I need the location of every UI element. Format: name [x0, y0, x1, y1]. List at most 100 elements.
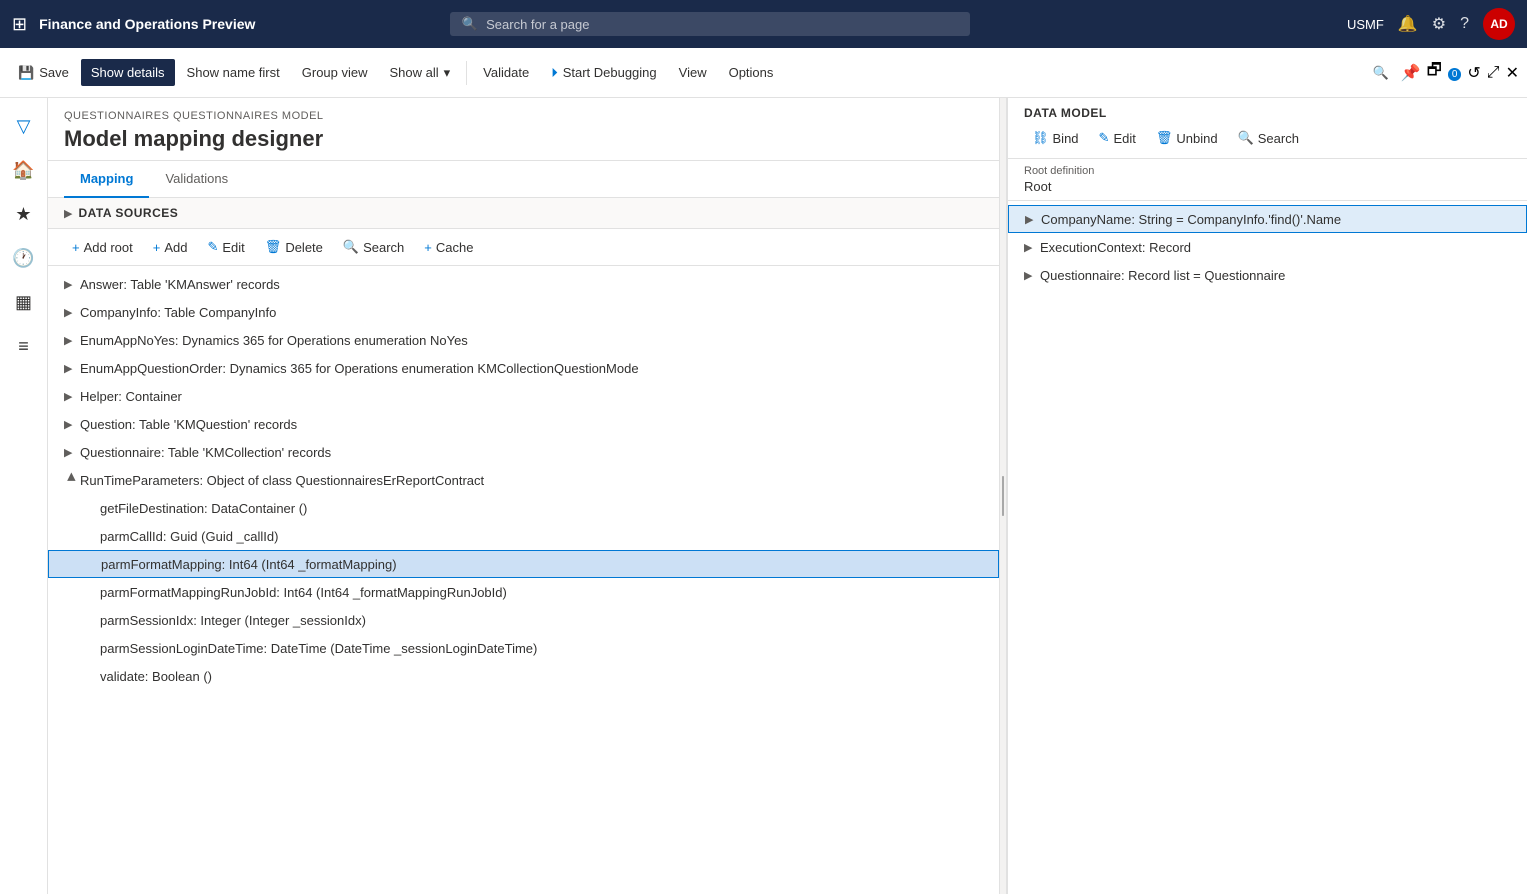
edit-icon: ✎ — [207, 239, 218, 255]
tab-validations[interactable]: Validations — [149, 161, 244, 198]
start-debugging-button[interactable]: ⏵ Start Debugging — [541, 59, 666, 87]
settings-icon[interactable]: ⚙ — [1432, 14, 1446, 34]
tree-toggle-icon[interactable]: ▶ — [64, 446, 80, 459]
add-root-button[interactable]: + Add root — [64, 236, 141, 259]
tree-item-text: parmFormatMappingRunJobId: Int64 (Int64 … — [100, 585, 983, 600]
ds-toolbar: + Add root + Add ✎ Edit 🗑 Delete — [48, 229, 999, 266]
waffle-icon[interactable]: ⊞ — [12, 14, 27, 35]
tree-item[interactable]: getFileDestination: DataContainer () — [48, 494, 999, 522]
tree-item[interactable]: parmSessionLoginDateTime: DateTime (Date… — [48, 634, 999, 662]
tab-mapping[interactable]: Mapping — [64, 161, 149, 198]
dm-item[interactable]: ▶Questionnaire: Record list = Questionna… — [1008, 261, 1527, 289]
tree-item[interactable]: ▶CompanyInfo: Table CompanyInfo — [48, 298, 999, 326]
search-icon: 🔍 — [462, 16, 478, 32]
tree-toggle-icon[interactable]: ▶ — [64, 278, 80, 291]
tree-item-text: Questionnaire: Table 'KMCollection' reco… — [80, 445, 983, 460]
window-icon[interactable]: 🗗 — [1427, 59, 1442, 86]
left-panel: QUESTIONNAIRES QUESTIONNAIRES MODEL Mode… — [48, 98, 999, 894]
ds-collapse-toggle[interactable]: ▶ — [64, 207, 72, 220]
cache-button[interactable]: + Cache — [416, 236, 481, 259]
tree-toggle-icon[interactable]: ◀ — [66, 472, 79, 488]
toolbar-search-icon[interactable]: 🔍 — [1367, 59, 1395, 87]
tree-item[interactable]: ▶EnumAppNoYes: Dynamics 365 for Operatio… — [48, 326, 999, 354]
global-search-bar[interactable]: 🔍 — [450, 12, 970, 36]
delete-ds-button[interactable]: 🗑 Delete — [257, 235, 331, 259]
global-search-input[interactable] — [486, 17, 958, 32]
sidebar-item-workspaces[interactable]: ▦ — [4, 282, 44, 322]
refresh-icon[interactable]: ↺ — [1467, 63, 1480, 83]
edit-ds-button[interactable]: ✎ Edit — [199, 235, 252, 259]
tree-item-text: EnumAppQuestionOrder: Dynamics 365 for O… — [80, 361, 983, 376]
tree-item[interactable]: ▶Answer: Table 'KMAnswer' records — [48, 270, 999, 298]
tree-toggle-icon[interactable]: ▶ — [64, 334, 80, 347]
tree-item[interactable]: parmFormatMappingRunJobId: Int64 (Int64 … — [48, 578, 999, 606]
expand-icon[interactable]: ⤢ — [1487, 64, 1500, 82]
badge-icon[interactable]: 0 — [1448, 64, 1462, 82]
show-name-first-button[interactable]: Show name first — [177, 59, 290, 86]
bind-button[interactable]: ⛓ Bind — [1024, 126, 1087, 150]
show-details-button[interactable]: Show details — [81, 59, 175, 86]
sidebar-item-favorites[interactable]: ★ — [4, 194, 44, 234]
tree-item-text: Helper: Container — [80, 389, 983, 404]
tree-item[interactable]: parmFormatMapping: Int64 (Int64 _formatM… — [48, 550, 999, 578]
sidebar-item-recent[interactable]: 🕐 — [4, 238, 44, 278]
save-button[interactable]: 💾 Save — [8, 59, 79, 87]
add-button[interactable]: + Add — [145, 236, 196, 259]
dm-header: DATA MODEL ⛓ Bind ✎ Edit 🗑 Unbind — [1008, 98, 1527, 159]
sidebar-item-filter[interactable]: ▽ — [4, 106, 44, 146]
dm-item-text: ExecutionContext: Record — [1040, 240, 1191, 255]
sidebar-item-modules[interactable]: ≡ — [4, 326, 44, 366]
tree-item[interactable]: ▶Questionnaire: Table 'KMCollection' rec… — [48, 438, 999, 466]
sidebar-item-home[interactable]: 🏠 — [4, 150, 44, 190]
tree-item-text: EnumAppNoYes: Dynamics 365 for Operation… — [80, 333, 983, 348]
tree-item[interactable]: ▶Question: Table 'KMQuestion' records — [48, 410, 999, 438]
tree-item[interactable]: validate: Boolean () — [48, 662, 999, 690]
group-view-button[interactable]: Group view — [292, 59, 378, 86]
tree-item[interactable]: ◀RunTimeParameters: Object of class Ques… — [48, 466, 999, 494]
tree-toggle-icon[interactable]: ▶ — [64, 362, 80, 375]
tree-item[interactable]: parmCallId: Guid (Guid _callId) — [48, 522, 999, 550]
ds-header-label: DATA SOURCES — [78, 206, 178, 220]
dm-root-section: Root definition Root — [1008, 159, 1527, 201]
right-panel: DATA MODEL ⛓ Bind ✎ Edit 🗑 Unbind — [1007, 98, 1527, 894]
dm-item[interactable]: ▶CompanyName: String = CompanyInfo.'find… — [1008, 205, 1527, 233]
validate-button[interactable]: Validate — [473, 59, 539, 86]
tree-toggle-icon[interactable]: ▶ — [64, 306, 80, 319]
options-button[interactable]: Options — [719, 59, 784, 86]
breadcrumb: QUESTIONNAIRES QUESTIONNAIRES MODEL — [64, 110, 983, 122]
show-all-button[interactable]: Show all ▾ — [380, 59, 461, 87]
notification-icon[interactable]: 🔔 — [1398, 14, 1418, 34]
dm-toggle-icon[interactable]: ▶ — [1024, 241, 1040, 254]
bind-icon: ⛓ — [1032, 130, 1049, 146]
tree-item-text: CompanyInfo: Table CompanyInfo — [80, 305, 983, 320]
unbind-button[interactable]: 🗑 Unbind — [1148, 126, 1226, 150]
view-button[interactable]: View — [669, 59, 717, 86]
search-ds-button[interactable]: 🔍 Search — [335, 235, 412, 259]
help-icon[interactable]: ? — [1460, 15, 1469, 33]
search-dm-button[interactable]: 🔍 Search — [1230, 126, 1307, 150]
panel-divider[interactable] — [999, 98, 1007, 894]
dm-root-label: Root definition — [1024, 165, 1511, 177]
tree-toggle-icon[interactable]: ▶ — [64, 418, 80, 431]
tree-item[interactable]: ▶Helper: Container — [48, 382, 999, 410]
tree-item-text: parmCallId: Guid (Guid _callId) — [100, 529, 983, 544]
edit-dm-button[interactable]: ✎ Edit — [1091, 126, 1144, 150]
dm-toggle-icon[interactable]: ▶ — [1024, 269, 1040, 282]
left-sidebar: ▽ 🏠 ★ 🕐 ▦ ≡ — [0, 98, 48, 894]
tree-toggle-icon[interactable]: ▶ — [64, 390, 80, 403]
tree-item-text: getFileDestination: DataContainer () — [100, 501, 983, 516]
pin-icon[interactable]: 📌 — [1401, 63, 1421, 83]
dm-toggle-icon[interactable]: ▶ — [1025, 213, 1041, 226]
dm-item[interactable]: ▶ExecutionContext: Record — [1008, 233, 1527, 261]
close-icon[interactable]: ✕ — [1506, 63, 1519, 83]
app-title: Finance and Operations Preview — [39, 16, 255, 32]
avatar[interactable]: AD — [1483, 8, 1515, 40]
tree-item[interactable]: parmSessionIdx: Integer (Integer _sessio… — [48, 606, 999, 634]
dm-header-label: DATA MODEL — [1024, 106, 1511, 120]
tree-item-text: parmFormatMapping: Int64 (Int64 _formatM… — [101, 557, 982, 572]
plus-icon: + — [72, 240, 80, 255]
page-header: QUESTIONNAIRES QUESTIONNAIRES MODEL Mode… — [48, 98, 999, 161]
tree-item-text: parmSessionIdx: Integer (Integer _sessio… — [100, 613, 983, 628]
tree-item-text: Question: Table 'KMQuestion' records — [80, 417, 983, 432]
tree-item[interactable]: ▶EnumAppQuestionOrder: Dynamics 365 for … — [48, 354, 999, 382]
